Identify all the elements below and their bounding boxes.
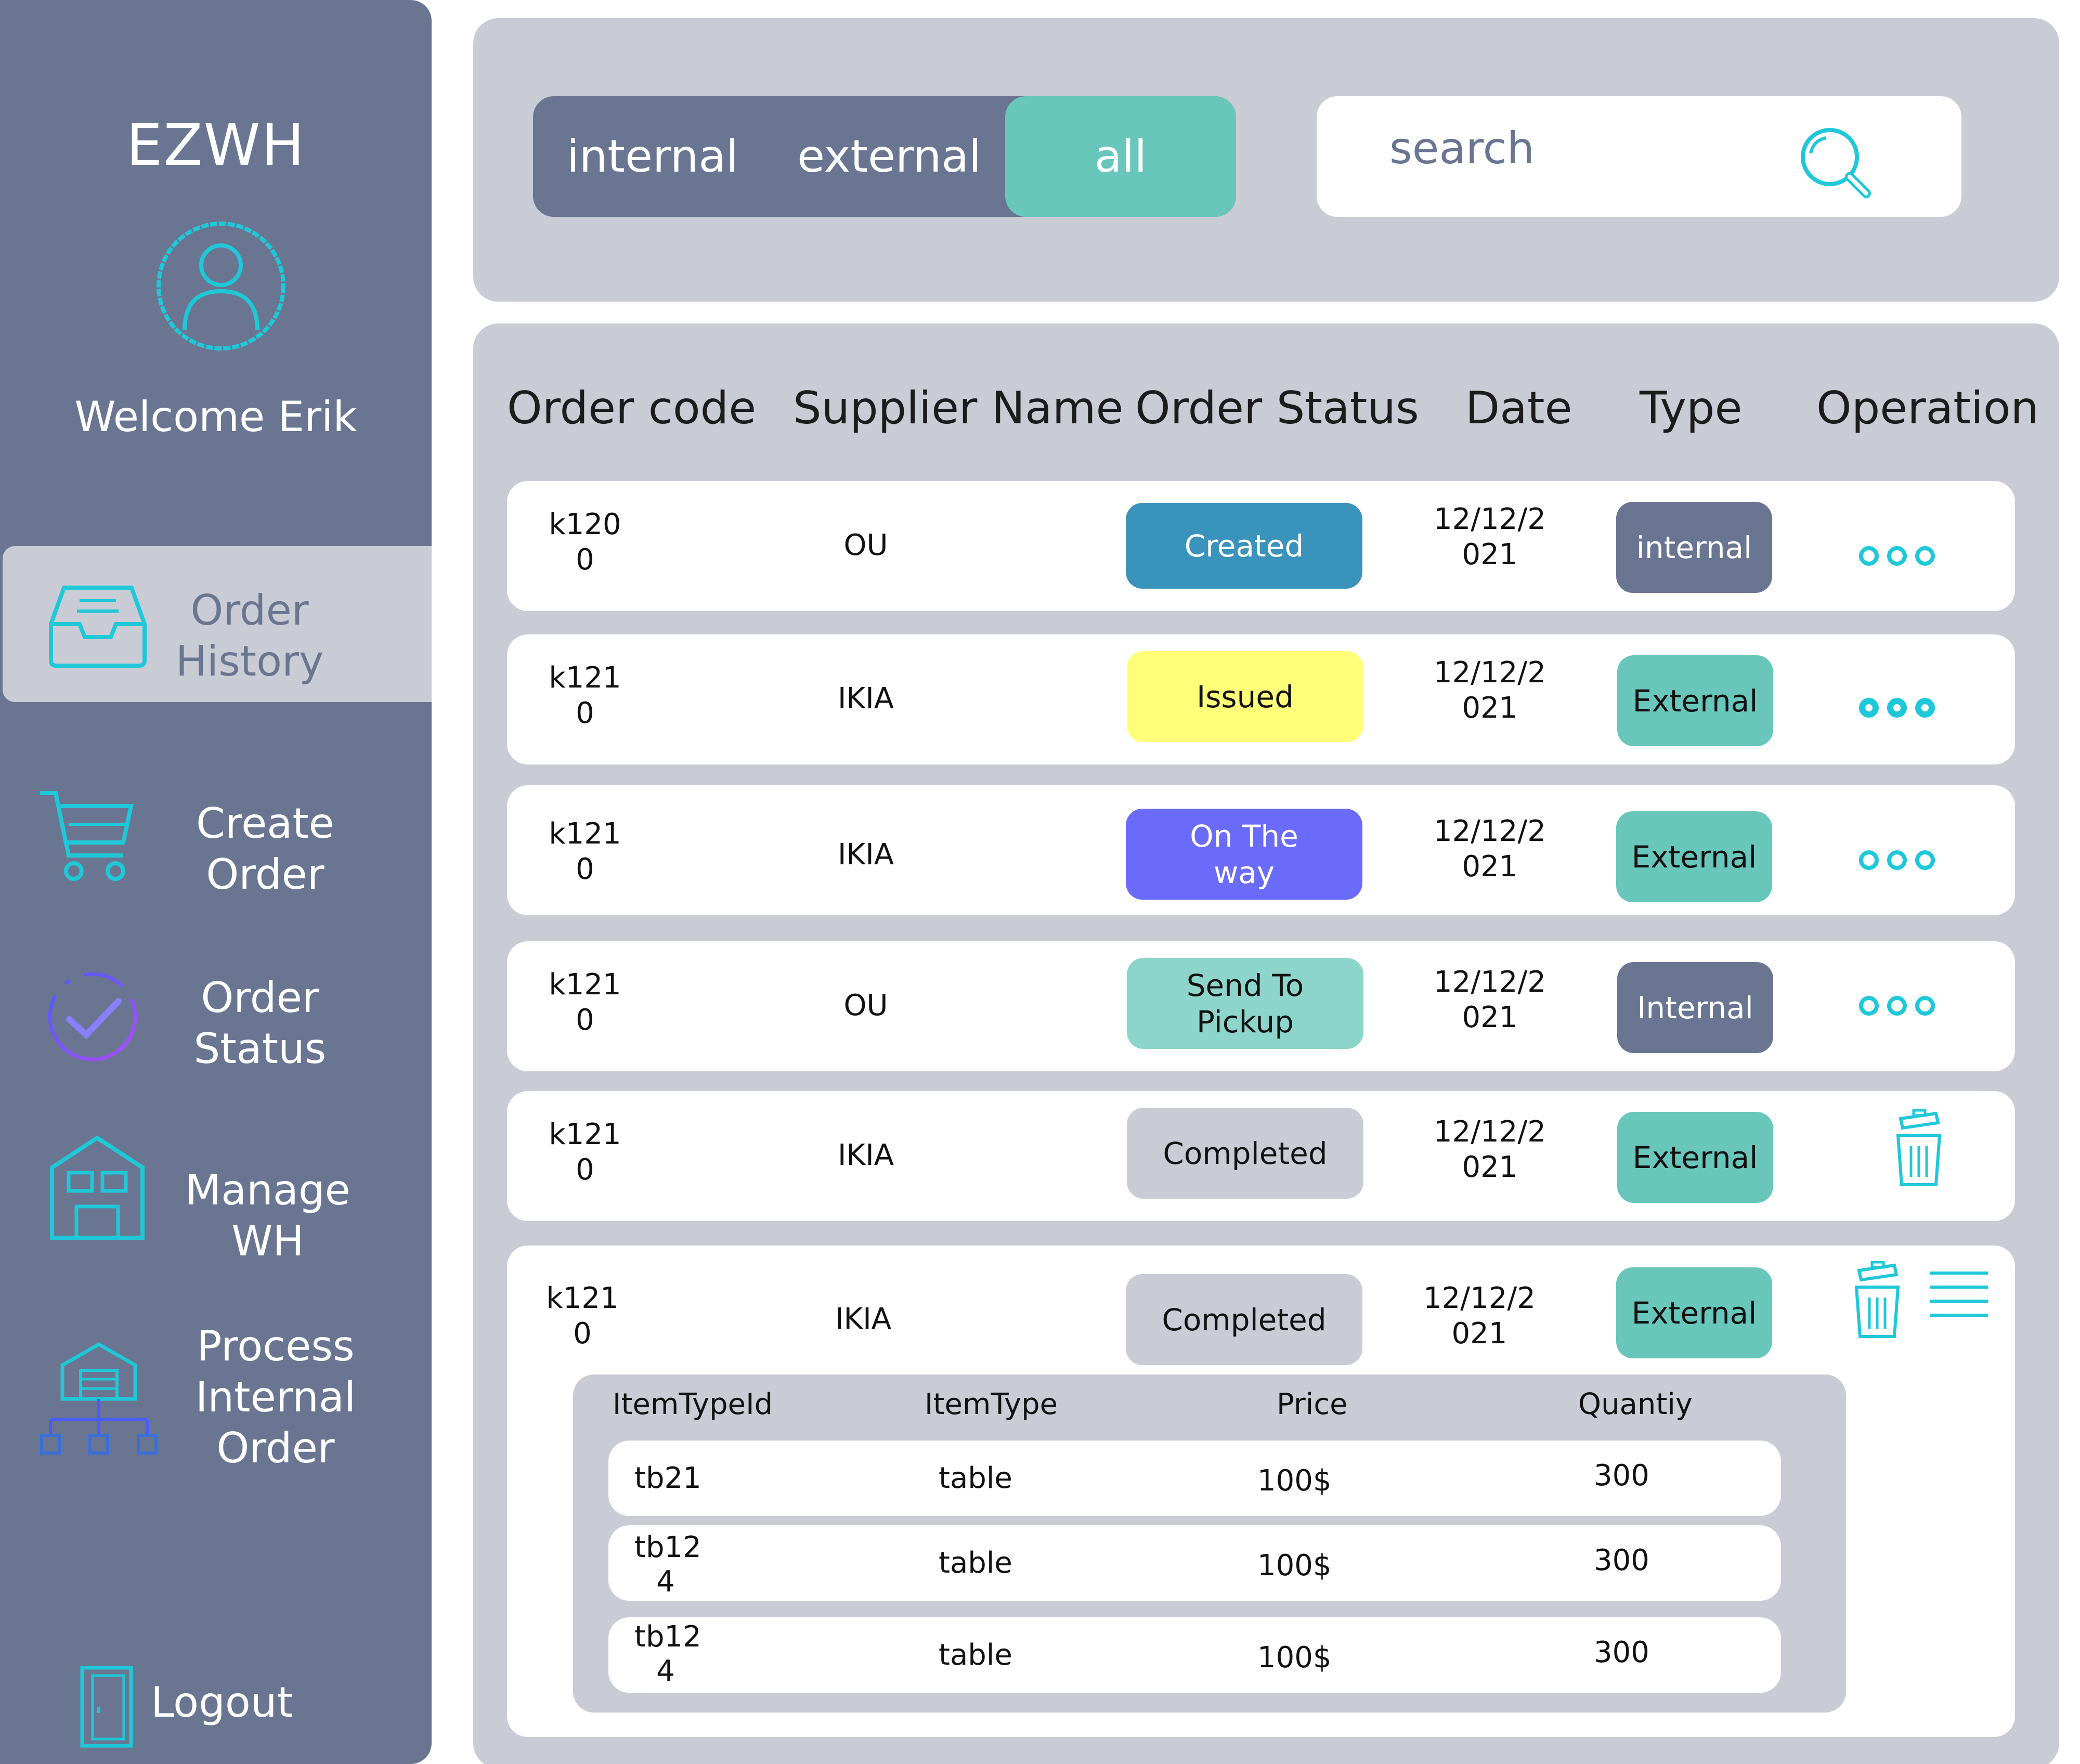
order-date: 12/12/2 021 [1434, 1115, 1546, 1184]
item-row: tb12 4 table 100$ 300 [608, 1617, 1781, 1693]
trash-icon[interactable] [1890, 1109, 1947, 1187]
nav-label-order-history: Order History [175, 586, 324, 685]
shopping-cart-icon [40, 791, 134, 881]
filter-all-button[interactable]: all [1005, 96, 1236, 217]
type-badge: External [1616, 1267, 1772, 1358]
supplier-name: IKIA [837, 838, 894, 872]
item-type: table [939, 1461, 1012, 1495]
status-badge: Issued [1127, 651, 1363, 742]
item-type-id: tb21 [634, 1461, 701, 1495]
trash-icon[interactable] [1849, 1261, 1906, 1339]
supplier-name: IKIA [837, 1138, 894, 1172]
order-code: k121 0 [549, 661, 621, 730]
supplier-name: IKIA [835, 1302, 892, 1336]
order-row[interactable]: k121 0 IKIA Completed 12/12/2 021 External [507, 1091, 2015, 1221]
column-header-date: Date [1465, 382, 1572, 434]
app-brand: EZWH [126, 112, 306, 178]
type-filter-toggle: internal external all [533, 96, 1236, 217]
inbox-tray-icon [49, 586, 147, 668]
items-header-itemtype: ItemType [925, 1387, 1058, 1421]
supplier-name: OU [843, 528, 888, 562]
items-header-price: Price [1277, 1387, 1348, 1421]
order-row[interactable]: k121 0 OU Send To Pickup 12/12/2 021 Intern… [507, 941, 2015, 1071]
nav-item-manage-wh[interactable]: Manage WH [0, 1134, 432, 1279]
logout-button[interactable]: Logout [0, 1659, 432, 1753]
door-icon [80, 1666, 133, 1748]
column-header-operation: Operation [1816, 382, 2039, 434]
filter-external-button[interactable]: external [772, 96, 1006, 217]
nav-item-order-history[interactable]: Order History [3, 546, 432, 702]
column-header-order-status: Order Status [1135, 382, 1419, 434]
type-badge: internal [1616, 502, 1772, 593]
order-row[interactable]: k121 0 IKIA Issued 12/12/2 021 External [507, 634, 2015, 764]
item-price: 100$ [1257, 1549, 1332, 1583]
item-row: tb21 table 100$ 300 [608, 1441, 1781, 1516]
status-badge: Completed [1126, 1274, 1362, 1365]
item-type: table [939, 1638, 1012, 1672]
nav-item-create-order[interactable]: Create Order [0, 780, 432, 915]
status-badge: On The way [1126, 809, 1362, 900]
type-badge: External [1616, 811, 1772, 902]
item-quantity: 300 [1594, 1459, 1649, 1493]
search-placeholder: search [1389, 123, 1535, 174]
order-code: k121 0 [546, 1281, 619, 1351]
order-date: 12/12/2 021 [1434, 656, 1546, 725]
warehouse-network-icon [40, 1342, 158, 1455]
status-badge: Send To Pickup [1127, 958, 1363, 1049]
nav-label-manage-wh: Manage WH [185, 1166, 350, 1265]
supplier-name: IKIA [837, 682, 894, 716]
search-icon[interactable] [1798, 125, 1876, 203]
filter-internal-button[interactable]: internal [533, 96, 772, 217]
item-price: 100$ [1257, 1641, 1332, 1675]
check-circle-icon [48, 972, 137, 1061]
column-header-order-code: Order code [507, 382, 757, 434]
nav-item-order-status[interactable]: Order Status [0, 957, 432, 1092]
type-badge: External [1617, 655, 1773, 746]
logout-label: Logout [151, 1678, 293, 1727]
order-code: k121 0 [549, 968, 621, 1037]
welcome-text: Welcome Erik [74, 393, 357, 441]
search-input[interactable]: search [1317, 96, 1961, 217]
nav-item-process-internal-order[interactable]: Process Internal Order [0, 1321, 432, 1487]
order-code: k120 0 [549, 508, 621, 577]
order-code: k121 0 [549, 817, 621, 886]
status-badge: Created [1126, 503, 1362, 589]
order-row[interactable]: k121 0 IKIA On The way 12/12/2 021 External [507, 785, 2015, 915]
supplier-name: OU [843, 989, 888, 1022]
order-row[interactable]: k120 0 OU Created 12/12/2 021 internal [507, 481, 2015, 611]
item-type-id: tb12 4 [634, 1620, 701, 1688]
item-type: table [939, 1546, 1012, 1580]
nav-label-create-order: Create Order [196, 799, 334, 899]
column-header-supplier-name: Supplier Name [793, 382, 1124, 434]
more-options-icon[interactable] [1859, 698, 1935, 718]
sidebar: EZWH Welcome Erik Order History Create Ord… [0, 0, 432, 1764]
nav-label-process-internal-order: Process Internal Order [195, 1322, 356, 1472]
more-options-icon[interactable] [1859, 850, 1935, 870]
order-date: 12/12/2 021 [1434, 502, 1546, 572]
column-header-type: Type [1640, 382, 1743, 434]
item-price: 100$ [1257, 1464, 1332, 1498]
type-badge: Internal [1617, 962, 1773, 1053]
type-badge: External [1617, 1112, 1773, 1203]
warehouse-icon [50, 1135, 145, 1240]
nav-label-order-status: Order Status [193, 974, 327, 1073]
item-quantity: 300 [1594, 1636, 1649, 1669]
more-options-icon[interactable] [1859, 996, 1935, 1016]
order-date: 12/12/2 021 [1434, 965, 1546, 1034]
items-header-quantity: Quantiy [1578, 1387, 1693, 1421]
order-date: 12/12/2 021 [1423, 1281, 1536, 1351]
order-code: k121 0 [549, 1118, 621, 1187]
item-type-id: tb12 4 [634, 1530, 701, 1599]
item-quantity: 300 [1594, 1543, 1649, 1577]
status-badge: Completed [1127, 1108, 1363, 1199]
order-date: 12/12/2 021 [1434, 814, 1546, 884]
menu-icon[interactable] [1929, 1269, 1989, 1321]
item-row: tb12 4 table 100$ 300 [608, 1525, 1781, 1601]
user-avatar-icon [157, 222, 285, 351]
items-header-itemtypeid: ItemTypeId [613, 1387, 773, 1421]
more-options-icon[interactable] [1859, 546, 1935, 566]
